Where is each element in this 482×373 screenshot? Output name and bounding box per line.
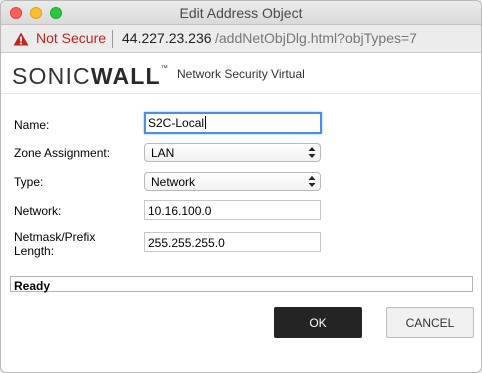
not-secure-label[interactable]: Not Secure [36, 30, 106, 46]
network-input[interactable]: 10.16.100.0 [144, 200, 321, 220]
status-bar: Ready [10, 276, 473, 293]
product-name: Network Security Virtual [177, 67, 305, 81]
text-caret [205, 116, 207, 129]
warning-triangle-icon [13, 32, 29, 46]
type-label: Type: [14, 175, 44, 189]
title-bar: Edit Address Object [1, 1, 481, 25]
logo-text-sonic: SONIC [12, 63, 91, 89]
network-label: Network: [14, 204, 62, 218]
select-arrows-icon [308, 147, 316, 158]
type-select[interactable]: Network [144, 172, 321, 191]
zone-assignment-select[interactable]: LAN [144, 143, 321, 162]
ok-button[interactable]: OK [274, 307, 362, 338]
netmask-label: Netmask/Prefix Length: [14, 230, 95, 258]
window-title: Edit Address Object [179, 5, 303, 21]
name-label: Name: [14, 118, 50, 132]
logo-text-wall: WALL [90, 63, 161, 89]
netmask-label-line2: Length: [14, 244, 55, 258]
dialog-window: Edit Address Object Not Secure 44.227.23… [0, 0, 482, 373]
cancel-button[interactable]: CANCEL [386, 307, 474, 338]
url-host: 44.227.23.236 [122, 30, 212, 46]
select-arrows-icon [308, 176, 316, 187]
netmask-input[interactable]: 255.255.255.0 [144, 232, 321, 252]
name-input[interactable]: S2C-Local [144, 112, 322, 134]
url-separator [112, 30, 113, 48]
netmask-input-value: 255.255.255.0 [148, 236, 225, 250]
zone-assignment-value: LAN [151, 146, 175, 160]
header-divider [1, 93, 481, 94]
logo-trademark: ™ [160, 65, 169, 72]
sonicwall-logo: SONICWALL™ [12, 63, 169, 90]
netmask-label-line1: Netmask/Prefix [14, 230, 96, 244]
zone-assignment-label: Zone Assignment: [14, 146, 111, 160]
network-input-value: 10.16.100.0 [148, 204, 212, 218]
type-value: Network [151, 175, 196, 189]
url-path: /addNetObjDlg.html?objTypes=7 [215, 30, 417, 46]
name-input-value: S2C-Local [148, 116, 205, 130]
address-bar[interactable]: Not Secure 44.227.23.236 /addNetObjDlg.h… [1, 25, 481, 53]
